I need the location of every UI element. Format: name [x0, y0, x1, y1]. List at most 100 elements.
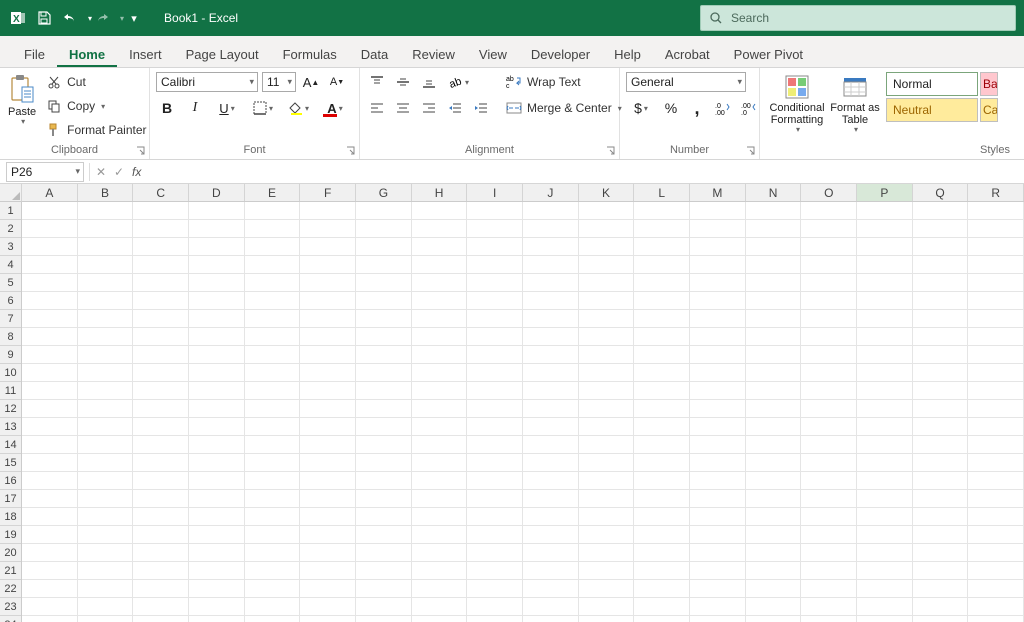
cell-L20[interactable]: [634, 544, 690, 562]
cell-F17[interactable]: [300, 490, 356, 508]
align-center-icon[interactable]: [392, 98, 414, 118]
cell-I6[interactable]: [467, 292, 523, 310]
cell-N12[interactable]: [746, 400, 802, 418]
cell-P12[interactable]: [857, 400, 913, 418]
row-header-10[interactable]: 10: [0, 364, 21, 382]
cell-F23[interactable]: [300, 598, 356, 616]
cell-A9[interactable]: [22, 346, 78, 364]
cell-G14[interactable]: [356, 436, 412, 454]
cell-D16[interactable]: [189, 472, 245, 490]
cell-F20[interactable]: [300, 544, 356, 562]
cell-G24[interactable]: [356, 616, 412, 622]
cell-A3[interactable]: [22, 238, 78, 256]
cell-O11[interactable]: [801, 382, 857, 400]
decrease-font-icon[interactable]: A▼: [326, 72, 348, 92]
cell-O14[interactable]: [801, 436, 857, 454]
cell-G7[interactable]: [356, 310, 412, 328]
cell-P24[interactable]: [857, 616, 913, 622]
cut-button[interactable]: Cut: [42, 72, 149, 92]
increase-indent-icon[interactable]: [470, 98, 492, 118]
cell-A16[interactable]: [22, 472, 78, 490]
cell-K22[interactable]: [579, 580, 635, 598]
row-header-14[interactable]: 14: [0, 436, 21, 454]
cell-M13[interactable]: [690, 418, 746, 436]
cell-O1[interactable]: [801, 202, 857, 220]
cell-P6[interactable]: [857, 292, 913, 310]
cell-M17[interactable]: [690, 490, 746, 508]
cell-L3[interactable]: [634, 238, 690, 256]
style-neutral[interactable]: Neutral: [886, 98, 978, 122]
decrease-decimal-icon[interactable]: .00.0: [738, 98, 760, 118]
cell-K19[interactable]: [579, 526, 635, 544]
column-header-E[interactable]: E: [245, 184, 301, 201]
cell-P16[interactable]: [857, 472, 913, 490]
column-header-F[interactable]: F: [300, 184, 356, 201]
cell-G10[interactable]: [356, 364, 412, 382]
cell-L17[interactable]: [634, 490, 690, 508]
cell-G22[interactable]: [356, 580, 412, 598]
cell-P11[interactable]: [857, 382, 913, 400]
cell-Q21[interactable]: [913, 562, 969, 580]
cell-P1[interactable]: [857, 202, 913, 220]
cell-N14[interactable]: [746, 436, 802, 454]
cell-P21[interactable]: [857, 562, 913, 580]
cell-F8[interactable]: [300, 328, 356, 346]
cell-C5[interactable]: [133, 274, 189, 292]
cell-O15[interactable]: [801, 454, 857, 472]
cell-C16[interactable]: [133, 472, 189, 490]
cell-G19[interactable]: [356, 526, 412, 544]
cell-C20[interactable]: [133, 544, 189, 562]
cell-H24[interactable]: [412, 616, 468, 622]
cell-C18[interactable]: [133, 508, 189, 526]
cell-D8[interactable]: [189, 328, 245, 346]
cell-H18[interactable]: [412, 508, 468, 526]
cell-R22[interactable]: [968, 580, 1024, 598]
cell-D9[interactable]: [189, 346, 245, 364]
wrap-text-button[interactable]: abc Wrap Text: [502, 72, 625, 92]
cell-M4[interactable]: [690, 256, 746, 274]
align-bottom-icon[interactable]: [418, 72, 440, 92]
cell-M14[interactable]: [690, 436, 746, 454]
cell-R21[interactable]: [968, 562, 1024, 580]
cell-P19[interactable]: [857, 526, 913, 544]
cell-I9[interactable]: [467, 346, 523, 364]
cell-F12[interactable]: [300, 400, 356, 418]
cell-I21[interactable]: [467, 562, 523, 580]
cell-E20[interactable]: [245, 544, 301, 562]
cell-F13[interactable]: [300, 418, 356, 436]
cell-O2[interactable]: [801, 220, 857, 238]
cell-R24[interactable]: [968, 616, 1024, 622]
cell-L18[interactable]: [634, 508, 690, 526]
cell-H8[interactable]: [412, 328, 468, 346]
cell-L1[interactable]: [634, 202, 690, 220]
cell-R18[interactable]: [968, 508, 1024, 526]
cell-K18[interactable]: [579, 508, 635, 526]
cell-G13[interactable]: [356, 418, 412, 436]
cell-P10[interactable]: [857, 364, 913, 382]
cell-C14[interactable]: [133, 436, 189, 454]
cell-C10[interactable]: [133, 364, 189, 382]
cell-B2[interactable]: [78, 220, 134, 238]
cell-C6[interactable]: [133, 292, 189, 310]
cell-C1[interactable]: [133, 202, 189, 220]
cell-O17[interactable]: [801, 490, 857, 508]
row-header-8[interactable]: 8: [0, 328, 21, 346]
cell-J20[interactable]: [523, 544, 579, 562]
cell-K9[interactable]: [579, 346, 635, 364]
search-input[interactable]: Search: [700, 5, 1016, 31]
cell-P22[interactable]: [857, 580, 913, 598]
cell-I10[interactable]: [467, 364, 523, 382]
cell-E6[interactable]: [245, 292, 301, 310]
cell-D21[interactable]: [189, 562, 245, 580]
cell-R10[interactable]: [968, 364, 1024, 382]
cell-I2[interactable]: [467, 220, 523, 238]
cell-R6[interactable]: [968, 292, 1024, 310]
cell-R9[interactable]: [968, 346, 1024, 364]
cell-O18[interactable]: [801, 508, 857, 526]
cell-D18[interactable]: [189, 508, 245, 526]
cell-K3[interactable]: [579, 238, 635, 256]
cell-Q18[interactable]: [913, 508, 969, 526]
column-header-L[interactable]: L: [634, 184, 690, 201]
cell-L8[interactable]: [634, 328, 690, 346]
fx-icon[interactable]: fx: [132, 165, 141, 179]
